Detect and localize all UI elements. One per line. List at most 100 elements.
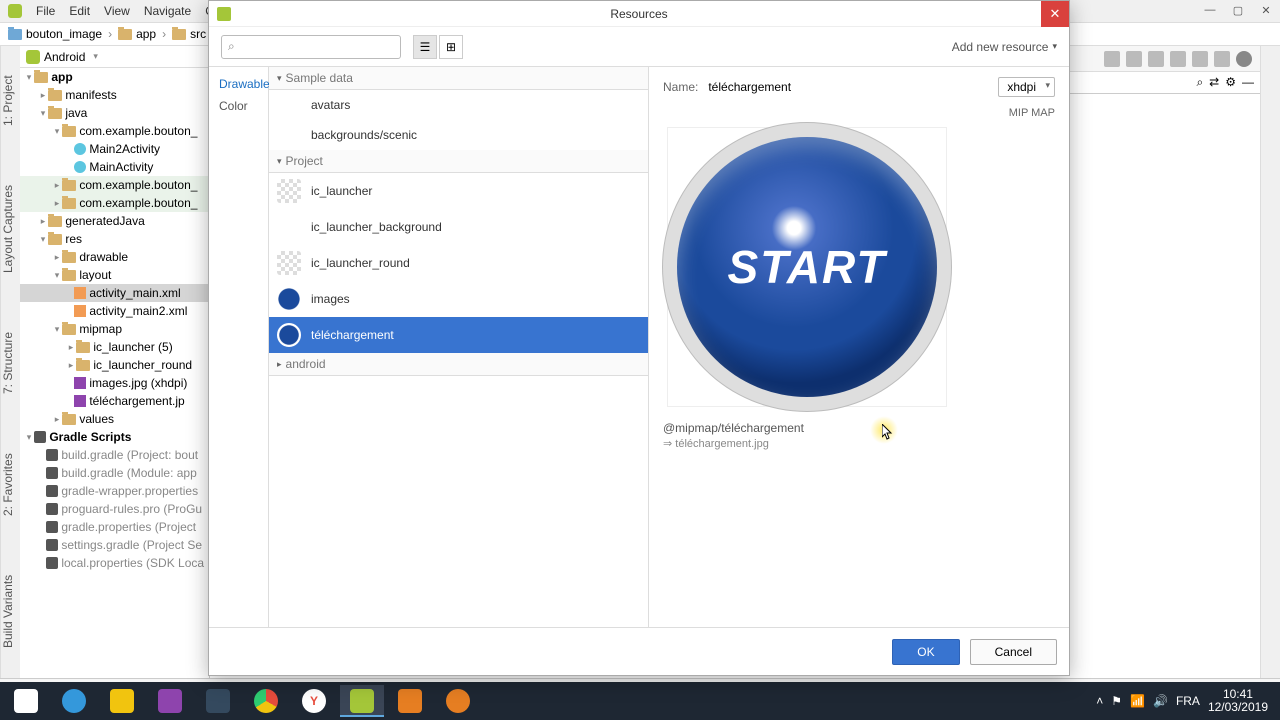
toolbar-icon[interactable] [1126,51,1142,67]
breadcrumb-src[interactable]: src [172,27,206,41]
toolbar-icon[interactable] [1170,51,1186,67]
minimize-button[interactable]: — [1196,0,1224,20]
tree-layout[interactable]: layout [79,268,111,282]
tree-build-gradle-mod[interactable]: build.gradle (Module: app [61,466,196,480]
breadcrumb-project[interactable]: bouton_image [8,27,102,41]
group-sample-data[interactable]: ▾Sample data [269,67,648,90]
taskbar-chrome[interactable] [244,685,288,717]
resource-ic-launcher[interactable]: ic_launcher [269,173,648,209]
toolbar-icon[interactable] [1192,51,1208,67]
menu-view[interactable]: View [104,4,130,18]
tree-build-gradle-proj[interactable]: build.gradle (Project: bout [61,448,198,462]
tree-ic-launcher-round[interactable]: ic_launcher_round [93,358,192,372]
resource-telechargement[interactable]: téléchargement [269,317,648,353]
tree-mipmap[interactable]: mipmap [79,322,122,336]
tree-gradle-scripts[interactable]: Gradle Scripts [49,430,131,444]
menu-navigate[interactable]: Navigate [144,4,191,18]
ok-button[interactable]: OK [892,639,959,665]
tree-genjava[interactable]: generatedJava [65,214,144,228]
tree-pkg3[interactable]: com.example.bouton_ [79,196,197,210]
search-icon[interactable]: ⌕ [1196,75,1203,90]
tree-manifests[interactable]: manifests [65,88,116,102]
tree-main2activity[interactable]: Main2Activity [89,142,160,156]
category-color[interactable]: Color [209,95,268,117]
maximize-button[interactable]: ▢ [1224,0,1252,20]
taskbar-tools[interactable] [196,685,240,717]
toolbar-icon[interactable] [1104,51,1120,67]
tree-images-jpg[interactable]: images.jpg (xhdpi) [89,376,187,390]
tree-proguard[interactable]: proguard-rules.pro (ProGu [61,502,202,516]
taskbar-media[interactable] [436,685,480,717]
tray-clock[interactable]: 10:41 12/03/2019 [1208,688,1268,714]
tray-volume-icon[interactable]: 🔊 [1153,694,1168,708]
cancel-button[interactable]: Cancel [970,639,1057,665]
gutter-build-variants[interactable]: Build Variants [1,575,20,648]
menu-edit[interactable]: Edit [69,4,90,18]
toolbar-search-icon[interactable] [1236,51,1252,67]
tree-values[interactable]: values [79,412,114,426]
grid-view-button[interactable]: ⊞ [439,35,463,59]
tray-lang[interactable]: FRA [1176,694,1200,708]
toolbar-icon[interactable] [1214,51,1230,67]
resource-avatars[interactable]: avatars [269,90,648,120]
start-menu-button[interactable] [4,685,48,717]
tree-app[interactable]: app [51,70,72,84]
resource-search-input[interactable]: ⌕ [221,35,401,59]
taskbar-ie[interactable] [52,685,96,717]
tree-res[interactable]: res [65,232,82,246]
tree-mainactivity[interactable]: MainActivity [89,160,153,174]
tray-chevron-up-icon[interactable]: ˄ [1096,694,1103,708]
taskbar-vs[interactable] [148,685,192,717]
tree-telechargement[interactable]: téléchargement.jp [89,394,184,408]
tree-activity-main2[interactable]: activity_main2.xml [89,304,187,318]
tree-ic-launcher[interactable]: ic_launcher (5) [93,340,172,354]
add-new-resource-button[interactable]: Add new resource ▾ [952,40,1057,54]
group-android[interactable]: ▸android [269,353,648,376]
taskbar-android-studio[interactable] [340,685,384,717]
resource-images[interactable]: images [269,281,648,317]
list-view-button[interactable]: ☰ [413,35,437,59]
resource-ic-launcher-round[interactable]: ic_launcher_round [269,245,648,281]
gutter-favorites[interactable]: 2: Favorites [1,454,20,517]
taskbar-yandex[interactable]: Y [292,685,336,717]
preview-resource-file: ⇒ téléchargement.jpg [663,437,1055,450]
tray-network-icon[interactable]: 📶 [1130,694,1145,708]
close-button[interactable]: ✕ [1252,0,1280,20]
filter-icon[interactable]: ⇄ [1209,75,1219,90]
toolbar-icon[interactable] [1148,51,1164,67]
tree-local-props[interactable]: local.properties (SDK Loca [61,556,204,570]
tree-settings-gradle[interactable]: settings.gradle (Project Se [61,538,202,552]
category-drawable[interactable]: Drawable [209,73,268,95]
resource-ic-launcher-bg[interactable]: ic_launcher_background [269,209,648,245]
menu-file[interactable]: File [36,4,55,18]
tree-pkg1[interactable]: com.example.bouton_ [79,124,197,138]
dialog-close-button[interactable]: ✕ [1041,1,1069,27]
gutter-layout-captures[interactable]: Layout Captures [1,185,20,273]
gradle-icon [46,485,58,497]
dialog-titlebar[interactable]: Resources ✕ [209,1,1069,27]
tree-pkg2[interactable]: com.example.bouton_ [79,178,197,192]
system-tray[interactable]: ˄ ⚑ 📶 🔊 FRA 10:41 12/03/2019 [1096,688,1276,714]
tray-flag-icon[interactable]: ⚑ [1111,694,1122,708]
project-tree[interactable]: ▾ app ▸ manifests ▾ java ▾ com.example.b… [20,68,209,678]
taskbar-explorer[interactable] [100,685,144,717]
resource-list[interactable]: ▾Sample data avatars backgrounds/scenic … [269,67,649,627]
minimize-panel-icon[interactable]: — [1242,75,1254,90]
gutter-project[interactable]: 1: Project [1,76,20,127]
folder-icon [48,90,62,101]
tree-gradle-props[interactable]: gradle.properties (Project [61,520,196,534]
preview-image: START [667,127,947,407]
project-panel-header[interactable]: Android ▾ [20,46,209,68]
breadcrumb-app[interactable]: app [118,27,156,41]
density-select[interactable]: xhdpi [998,77,1055,97]
gear-icon[interactable]: ⚙ [1225,75,1236,90]
gutter-structure[interactable]: 7: Structure [1,332,20,394]
group-project[interactable]: ▾Project [269,150,648,173]
tree-activity-main[interactable]: activity_main.xml [89,286,180,300]
resource-backgrounds[interactable]: backgrounds/scenic [269,120,648,150]
tree-gradle-wrapper[interactable]: gradle-wrapper.properties [61,484,198,498]
tree-drawable[interactable]: drawable [79,250,128,264]
resource-preview: Name: téléchargement xhdpi MIP MAP START… [649,67,1069,627]
taskbar-app-orange[interactable] [388,685,432,717]
tree-java[interactable]: java [65,106,87,120]
